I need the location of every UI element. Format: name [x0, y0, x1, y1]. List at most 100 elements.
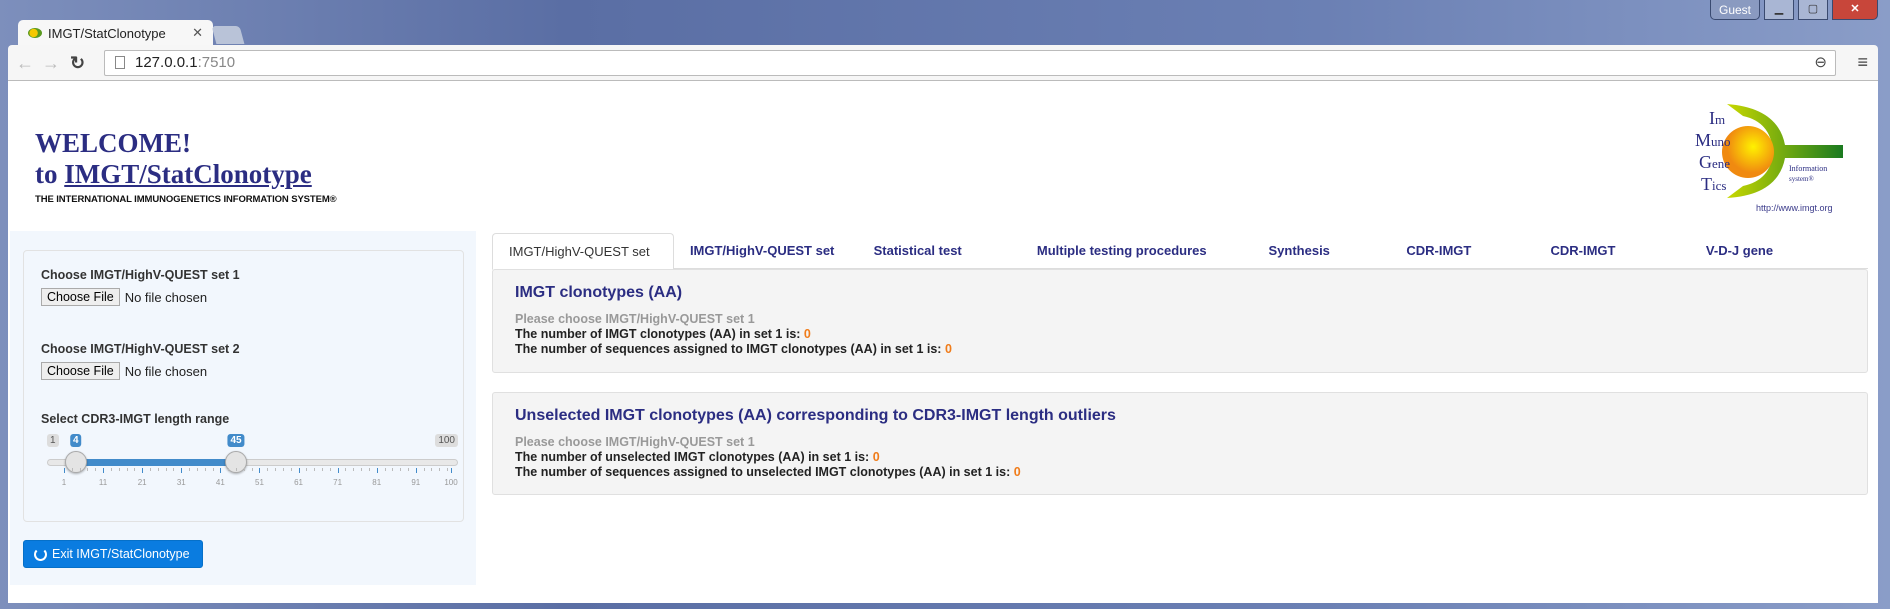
slider-minor-tick	[447, 468, 449, 471]
set2-file-input[interactable]: Choose File No file chosen	[41, 362, 207, 380]
imgt-url[interactable]: http://www.imgt.org	[1756, 203, 1833, 213]
maximize-icon[interactable]: ▢	[1798, 0, 1828, 20]
browser-tab[interactable]: IMGT/StatClonotype ✕	[18, 20, 213, 46]
window-close-icon[interactable]: ✕	[1832, 0, 1878, 20]
unselected-clonotype-count: The number of unselected IMGT clonotypes…	[515, 450, 880, 464]
slider-from-value: 4	[69, 434, 82, 447]
url-port: :7510	[197, 54, 236, 71]
address-bar[interactable]: 127.0.0.1:7510 ⊖	[104, 50, 1836, 76]
unselected-sequence-count: The number of sequences assigned to unse…	[515, 465, 1021, 479]
tab-6[interactable]: CDR-IMGT positions	[1534, 233, 1689, 294]
slider-minor-tick	[134, 468, 136, 471]
slider-minor-tick	[353, 468, 355, 471]
slider-minor-tick	[110, 468, 112, 471]
panel-title: Unselected IMGT clonotypes (AA) correspo…	[515, 407, 1116, 424]
menu-icon[interactable]: ≡	[1857, 52, 1868, 73]
slider-minor-tick	[150, 468, 151, 471]
page: WELCOME! to IMGT/StatClonotype THE INTER…	[8, 81, 1878, 603]
tab-4[interactable]: Synthesis graphs	[1253, 233, 1391, 294]
zoom-icon[interactable]: ⊖	[1814, 51, 1827, 75]
page-title: WELCOME! to IMGT/StatClonotype	[35, 128, 312, 190]
slider-minor-tick	[251, 468, 253, 471]
slider-minor-tick	[228, 468, 230, 471]
slider-minor-tick	[189, 468, 191, 471]
panel-hint: Please choose IMGT/HighV-QUEST set 1	[515, 312, 755, 326]
file-status: No file chosen	[124, 363, 208, 379]
imgt-logo[interactable]: Im Muno Gene Tics Information system®	[1693, 100, 1853, 220]
reload-icon[interactable]: ↻	[70, 53, 85, 74]
slider-minor-tick	[71, 468, 73, 471]
slider-tick	[298, 468, 300, 473]
slider-minor-tick	[196, 468, 198, 471]
url-host: 127.0.0.1	[135, 54, 198, 71]
profile-button[interactable]: Guest	[1709, 0, 1760, 20]
choose-file-button[interactable]: Choose File	[41, 362, 120, 380]
clonotypes-panel: IMGT clonotypes (AA) Please choose IMGT/…	[492, 269, 1868, 373]
tab-2[interactable]: Statistical test results	[858, 233, 1021, 294]
slider-minor-tick	[79, 468, 81, 471]
tab-0[interactable]: IMGT/HighV-QUEST set 1	[492, 233, 674, 295]
slider-tick-label: 91	[411, 478, 421, 487]
count-value: 0	[872, 450, 880, 464]
slider-minor-tick	[368, 468, 370, 471]
slider-minor-tick	[423, 468, 425, 471]
minimize-icon[interactable]: ▁	[1764, 0, 1794, 20]
slider-minor-tick	[275, 468, 277, 471]
slider-minor-tick	[392, 468, 394, 471]
tab-5[interactable]: CDR-IMGT lengths	[1390, 233, 1534, 294]
set1-file-input[interactable]: Choose File No file chosen	[41, 288, 207, 306]
slider-tick-label: 61	[294, 478, 303, 487]
set1-label: Choose IMGT/HighV-QUEST set 1	[41, 268, 240, 282]
tab-3[interactable]: Multiple testing procedures plots	[1021, 233, 1253, 294]
tab-title: IMGT/StatClonotype	[48, 25, 166, 41]
choose-file-button[interactable]: Choose File	[41, 288, 120, 306]
slider-tick-label: 51	[255, 478, 264, 487]
slider-tick-label: 81	[372, 478, 382, 487]
slider-tick-label: 21	[137, 478, 147, 487]
slider-minor-tick	[439, 468, 441, 471]
slider-tick	[220, 468, 222, 473]
slider-minor-tick	[236, 468, 237, 471]
svg-text:Muno: Muno	[1695, 130, 1731, 150]
slider-tick	[142, 468, 144, 473]
count-value: 0	[1013, 465, 1021, 479]
svg-text:Information: Information	[1789, 164, 1827, 173]
slider-tick-label: 41	[215, 478, 225, 487]
input-panel: Choose IMGT/HighV-QUEST set 1 Choose Fil…	[23, 250, 464, 522]
slider-minor-tick	[173, 468, 175, 471]
main-tabs: IMGT/HighV-QUEST set 1IMGT/HighV-QUEST s…	[492, 233, 1868, 295]
slider-minor-tick	[345, 468, 347, 471]
slider-minor-tick	[384, 468, 386, 471]
file-status: No file chosen	[124, 289, 208, 305]
back-icon[interactable]: ←	[16, 53, 34, 74]
slider-minor-tick	[282, 468, 284, 471]
tab-1[interactable]: IMGT/HighV-QUEST set 2	[674, 233, 858, 294]
slider-minor-tick	[212, 468, 214, 471]
slider-minor-tick	[322, 468, 323, 471]
length-range-slider[interactable]: 1 100 4 45 1 11 21 31 41 51 61 71 81 91 100	[24, 423, 464, 487]
slider-tick	[103, 468, 105, 473]
slider-tick-label: 31	[176, 478, 186, 487]
slider-from-handle[interactable]	[64, 451, 87, 473]
new-tab-button[interactable]	[211, 26, 245, 44]
slider-max: 100	[435, 434, 458, 447]
panel-hint: Please choose IMGT/HighV-QUEST set 1	[515, 435, 755, 449]
forward-icon[interactable]: →	[42, 53, 60, 74]
app-link[interactable]: IMGT/StatClonotype	[64, 159, 312, 189]
slider-tick	[337, 468, 339, 473]
slider-minor-tick	[157, 468, 159, 471]
clonotype-count: The number of IMGT clonotypes (AA) in se…	[515, 327, 811, 341]
slider-minor-tick	[243, 468, 245, 471]
power-icon	[34, 547, 47, 561]
svg-text:system®: system®	[1789, 175, 1814, 183]
slider-minor-tick	[431, 468, 433, 471]
tab-7[interactable]: V-D-J gene associations	[1690, 233, 1868, 294]
exit-button[interactable]: Exit IMGT/StatClonotype	[23, 540, 203, 568]
to-text: to	[35, 159, 65, 189]
slider-minor-tick	[204, 468, 206, 471]
sequence-count: The number of sequences assigned to IMGT…	[515, 342, 952, 356]
page-icon	[115, 56, 125, 69]
close-icon[interactable]: ✕	[192, 25, 203, 41]
slider-minor-tick	[165, 468, 167, 471]
slider-minor-tick	[306, 468, 308, 471]
